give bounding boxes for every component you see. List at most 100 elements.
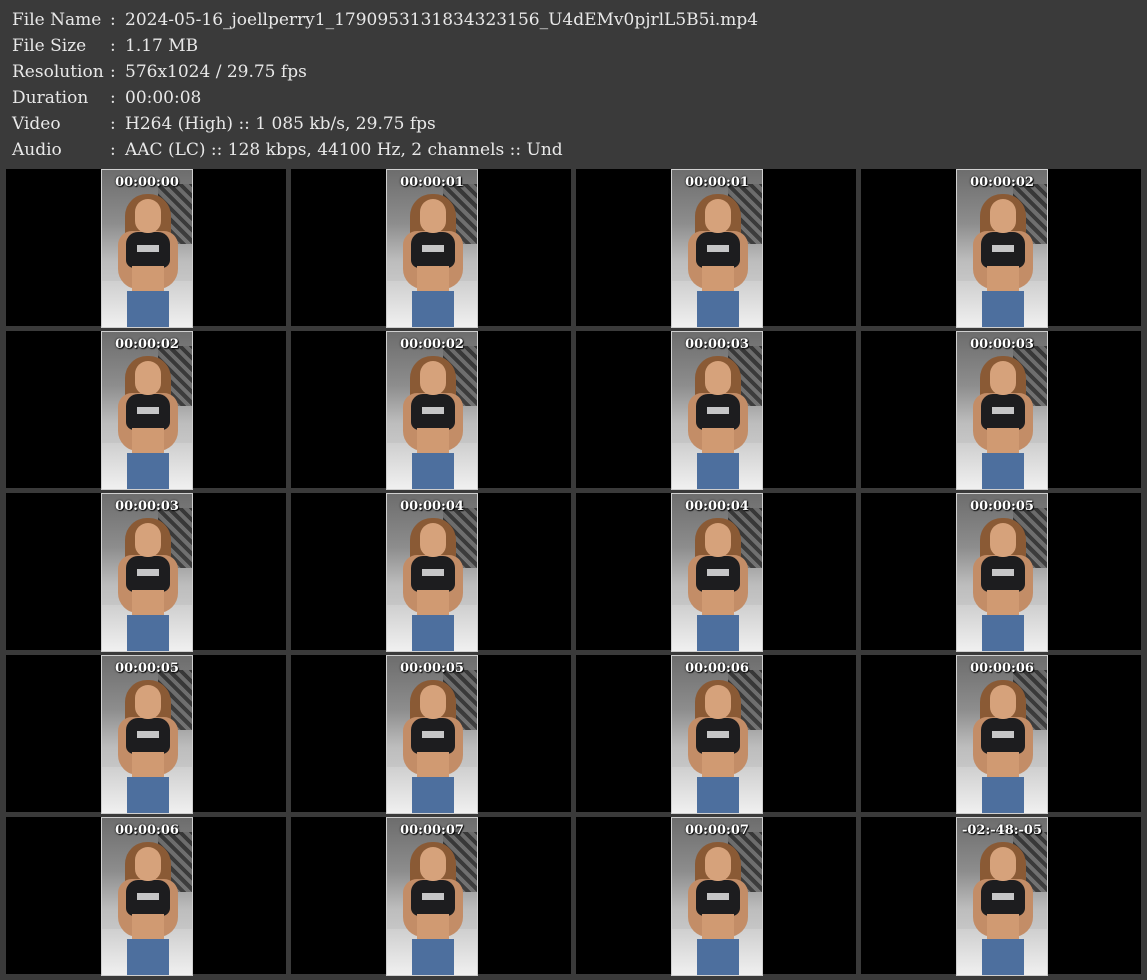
frame-timestamp: 00:00:02	[970, 175, 1034, 190]
frame-belly	[702, 428, 734, 455]
frame-jeans	[982, 453, 1024, 489]
frame-print	[992, 245, 1014, 252]
video-frame-thumbnail: 00:00:05	[101, 655, 193, 814]
frame-face	[990, 199, 1016, 233]
metadata-file-name-row: File Name : 2024-05-16_joellperry1_17909…	[12, 7, 1132, 33]
metadata-label: Duration	[12, 88, 89, 108]
frame-print	[707, 407, 729, 414]
thumbnail-cell: 00:00:00	[6, 169, 286, 328]
video-frame-thumbnail: 00:00:03	[101, 493, 193, 652]
video-frame-thumbnail: 00:00:06	[671, 655, 763, 814]
video-frame-thumbnail: 00:00:04	[671, 493, 763, 652]
metadata-label: Audio	[12, 140, 62, 160]
video-frame-thumbnail: 00:00:02	[386, 331, 478, 490]
frame-print	[422, 569, 444, 576]
frame-face	[420, 847, 446, 881]
frame-belly	[417, 266, 449, 293]
frame-print	[422, 731, 444, 738]
frame-timestamp: 00:00:02	[400, 337, 464, 352]
frame-print	[992, 893, 1014, 900]
frame-print	[422, 893, 444, 900]
frame-print	[137, 569, 159, 576]
frame-timestamp: 00:00:00	[115, 175, 179, 190]
video-frame-thumbnail: 00:00:06	[956, 655, 1048, 814]
frame-face	[705, 199, 731, 233]
frame-belly	[987, 914, 1019, 941]
video-frame-thumbnail: 00:00:07	[386, 817, 478, 976]
video-frame-thumbnail: 00:00:05	[386, 655, 478, 814]
frame-jeans	[412, 777, 454, 813]
thumbnail-cell: 00:00:07	[576, 817, 856, 976]
frame-jeans	[127, 777, 169, 813]
frame-print	[707, 245, 729, 252]
frame-belly	[417, 428, 449, 455]
frame-belly	[702, 752, 734, 779]
metadata-resolution-row: Resolution : 576x1024 / 29.75 fps	[12, 59, 1132, 85]
video-frame-thumbnail: 00:00:07	[671, 817, 763, 976]
metadata-audio-row: Audio : AAC (LC) :: 128 kbps, 44100 Hz, …	[12, 137, 1132, 163]
frame-timestamp: 00:00:05	[970, 499, 1034, 514]
frame-timestamp: 00:00:06	[685, 661, 749, 676]
frame-belly	[132, 590, 164, 617]
video-frame-thumbnail: 00:00:00	[101, 169, 193, 328]
frame-face	[420, 361, 446, 395]
metadata-label: Video	[12, 114, 61, 134]
thumbnail-cell: 00:00:02	[291, 331, 571, 490]
frame-belly	[702, 914, 734, 941]
frame-face	[135, 361, 161, 395]
contact-sheet: File Name : 2024-05-16_joellperry1_17909…	[0, 0, 1147, 980]
frame-jeans	[697, 615, 739, 651]
metadata-separator: :	[110, 140, 116, 160]
thumbnail-cell: 00:00:06	[861, 655, 1141, 814]
video-frame-thumbnail: 00:00:02	[956, 169, 1048, 328]
frame-timestamp: 00:00:02	[115, 337, 179, 352]
frame-belly	[417, 914, 449, 941]
thumbnail-cell: 00:00:06	[6, 817, 286, 976]
frame-face	[420, 685, 446, 719]
frame-belly	[132, 914, 164, 941]
frame-face	[705, 523, 731, 557]
thumbnail-grid: 00:00:00 00:00:01 00:00:01 00:00:02 00:00:02…	[6, 169, 1141, 978]
video-frame-thumbnail: 00:00:06	[101, 817, 193, 976]
frame-print	[137, 245, 159, 252]
frame-timestamp: 00:00:05	[115, 661, 179, 676]
video-frame-thumbnail: 00:00:01	[386, 169, 478, 328]
thumbnail-cell: 00:00:03	[6, 493, 286, 652]
thumbnail-cell: 00:00:01	[291, 169, 571, 328]
frame-timestamp: 00:00:06	[970, 661, 1034, 676]
thumbnail-cell: 00:00:03	[576, 331, 856, 490]
frame-print	[707, 893, 729, 900]
frame-jeans	[412, 291, 454, 327]
frame-print	[992, 407, 1014, 414]
video-frame-thumbnail: 00:00:05	[956, 493, 1048, 652]
file-metadata: File Name : 2024-05-16_joellperry1_17909…	[12, 7, 1132, 163]
metadata-label: File Name	[12, 10, 102, 30]
frame-face	[705, 361, 731, 395]
frame-belly	[987, 752, 1019, 779]
video-frame-thumbnail: 00:00:03	[671, 331, 763, 490]
metadata-value: AAC (LC) :: 128 kbps, 44100 Hz, 2 channe…	[125, 140, 563, 160]
frame-belly	[417, 752, 449, 779]
thumbnail-cell: 00:00:03	[861, 331, 1141, 490]
frame-face	[990, 361, 1016, 395]
metadata-separator: :	[110, 62, 116, 82]
video-frame-thumbnail: 00:00:04	[386, 493, 478, 652]
metadata-value: 2024-05-16_joellperry1_17909531318343231…	[125, 10, 759, 30]
thumbnail-cell: 00:00:05	[6, 655, 286, 814]
thumbnail-cell: 00:00:04	[291, 493, 571, 652]
frame-belly	[987, 266, 1019, 293]
frame-face	[420, 523, 446, 557]
frame-belly	[132, 752, 164, 779]
frame-timestamp: -02:-48:-05	[961, 823, 1043, 838]
thumbnail-cell: 00:00:04	[576, 493, 856, 652]
frame-belly	[132, 266, 164, 293]
frame-timestamp: 00:00:06	[115, 823, 179, 838]
frame-timestamp: 00:00:04	[685, 499, 749, 514]
frame-timestamp: 00:00:01	[685, 175, 749, 190]
frame-face	[990, 847, 1016, 881]
frame-print	[992, 731, 1014, 738]
metadata-separator: :	[110, 114, 116, 134]
frame-jeans	[697, 291, 739, 327]
frame-jeans	[697, 939, 739, 975]
thumbnail-cell: 00:00:06	[576, 655, 856, 814]
